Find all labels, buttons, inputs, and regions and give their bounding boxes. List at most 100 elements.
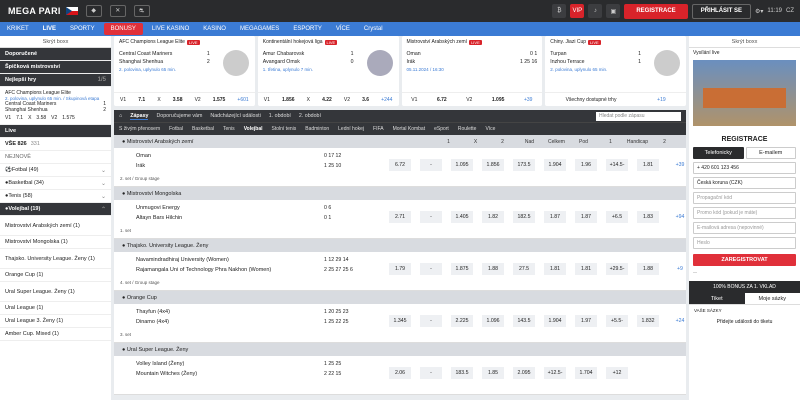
nav-sports[interactable]: SPORTY bbox=[63, 22, 102, 36]
sidebar-newest[interactable]: NEJNOVĚ bbox=[0, 151, 111, 164]
odd-button[interactable]: 1.904 bbox=[544, 159, 566, 171]
odd-button[interactable]: 1.97 bbox=[575, 315, 597, 327]
car-icon[interactable]: ⛐ bbox=[133, 5, 150, 17]
more-markets-link[interactable]: +244 bbox=[381, 97, 392, 103]
odd-value[interactable]: 3.58 bbox=[36, 115, 46, 121]
odd-button[interactable]: 173.5 bbox=[513, 159, 535, 171]
nav-cricket[interactable]: KRIKET bbox=[0, 22, 36, 36]
nav-more[interactable]: VÍCE bbox=[329, 22, 357, 36]
odd-button[interactable]: 1.88 bbox=[637, 263, 659, 275]
sidebar-all[interactable]: VŠE 826 331 bbox=[0, 138, 111, 151]
odd-button[interactable]: 1.85 bbox=[482, 367, 504, 379]
sidebar-sport-tennis[interactable]: ● Tenis (58) ⌄ bbox=[0, 190, 111, 203]
email-field[interactable]: E-mailová adresa (nepovinné) bbox=[693, 222, 796, 234]
odd-value[interactable]: 4.22 bbox=[322, 97, 332, 103]
featured-card[interactable]: Mistrovství Arabských zemí LIVE Oman 0 1 I… bbox=[401, 36, 543, 106]
tab-livestream[interactable]: S živým přenosem bbox=[119, 126, 160, 132]
table-row[interactable]: Navamindradhiraj University (Women) Rajam… bbox=[114, 252, 686, 291]
register-submit-button[interactable]: ZAREGISTROVAT bbox=[693, 254, 796, 266]
tab-table-tennis[interactable]: Stolní tenis bbox=[272, 126, 297, 132]
odd-value[interactable]: 1.095 bbox=[492, 97, 505, 103]
currency-select[interactable]: Česká koruna (CZK) bbox=[693, 177, 796, 189]
odd-button[interactable]: 1.405 bbox=[451, 211, 473, 223]
odd-button[interactable]: 1.87 bbox=[575, 211, 597, 223]
password-field[interactable]: Heslo bbox=[693, 237, 796, 249]
tab-my-bets[interactable]: Moje sázky bbox=[745, 293, 800, 304]
sidebar-sub-item[interactable]: Mistrovství Mongolska (1) bbox=[0, 236, 111, 249]
nav-crystal[interactable]: Crystal bbox=[357, 22, 390, 36]
odd-button[interactable]: 2.06 bbox=[389, 367, 411, 379]
promo-field[interactable]: Propagační kód bbox=[693, 192, 796, 204]
odd-value[interactable]: 7.1 bbox=[138, 97, 145, 103]
table-row[interactable]: Oman Irák 0 17 12 1 25 10 2. set / Group sta… bbox=[114, 148, 686, 187]
odd-value[interactable]: 1.575 bbox=[213, 97, 226, 103]
odd-button[interactable]: 1.096 bbox=[482, 315, 504, 327]
odd-button[interactable]: 1.88 bbox=[482, 263, 504, 275]
nav-live[interactable]: LIVE bbox=[36, 22, 63, 36]
filter-period-2[interactable]: 2. období bbox=[299, 113, 321, 119]
tab-mortal-kombat[interactable]: Mortal Kombat bbox=[393, 126, 426, 132]
gift-icon[interactable]: ▣ bbox=[606, 4, 621, 18]
login-button[interactable]: PŘIHLÁSIT SE bbox=[691, 3, 752, 19]
nav-live-casino[interactable]: LIVE KASINO bbox=[145, 22, 196, 36]
tab-ice-hockey[interactable]: Lední hokej bbox=[338, 126, 364, 132]
odd-button[interactable]: 2.095 bbox=[513, 367, 535, 379]
odd-button[interactable]: - bbox=[420, 263, 442, 275]
sidebar-sub-item[interactable]: Orange Cup (1) bbox=[0, 269, 111, 282]
filter-period-1[interactable]: 1. období bbox=[269, 113, 291, 119]
odd-button[interactable]: 1.832 bbox=[637, 315, 659, 327]
tab-badminton[interactable]: Badminton bbox=[305, 126, 329, 132]
sidebar-item-top[interactable]: Špičková mistrovství bbox=[0, 61, 111, 74]
odd-button[interactable]: +29.5- bbox=[606, 263, 628, 275]
sidebar-sub-item[interactable]: Thajsko. University League. Ženy (1) bbox=[0, 249, 111, 269]
sidebar-sport-football[interactable]: ⚽ Fotbal (49) ⌄ bbox=[0, 164, 111, 177]
odd-button[interactable]: 1.79 bbox=[389, 263, 411, 275]
nav-megagames[interactable]: MEGAGAMES bbox=[233, 22, 286, 36]
table-row[interactable]: Unmugovi Energy Altayn Bars Hilchin 0 6 0 1… bbox=[114, 200, 686, 239]
odd-button[interactable]: +14.5- bbox=[606, 159, 628, 171]
odd-button[interactable]: 1.81 bbox=[637, 159, 659, 171]
odd-button[interactable]: 1.81 bbox=[575, 263, 597, 275]
odd-button[interactable]: - bbox=[420, 159, 442, 171]
odd-value[interactable]: 1.856 bbox=[282, 97, 295, 103]
live-video[interactable] bbox=[693, 60, 796, 126]
sidebar-item-fav[interactable]: Nejlepší hry 1/5 bbox=[0, 74, 111, 87]
odd-button[interactable]: +6.5 bbox=[606, 211, 628, 223]
promo-code-field[interactable]: Promo kód (pokud je máte) bbox=[693, 207, 796, 219]
odd-value[interactable]: 1.575 bbox=[62, 115, 75, 121]
hide-box-button[interactable]: Skrýt boxx bbox=[0, 36, 111, 48]
tab-roulette[interactable]: Roulette bbox=[458, 126, 477, 132]
vip-button[interactable]: VIP bbox=[570, 4, 585, 18]
odd-button[interactable]: 143.5 bbox=[513, 315, 535, 327]
bell-icon[interactable]: ♪ bbox=[588, 4, 603, 18]
group-header[interactable]: ● Ural Super League. Ženy bbox=[114, 343, 686, 356]
odd-button[interactable]: 1.81 bbox=[544, 263, 566, 275]
odd-button[interactable]: 1.904 bbox=[544, 315, 566, 327]
tab-volleyball[interactable]: Volejbal bbox=[244, 126, 263, 132]
odd-button[interactable]: 1.704 bbox=[575, 367, 597, 379]
odd-button[interactable]: 1.095 bbox=[451, 159, 473, 171]
group-header[interactable]: ● Thajsko. University League. Ženy bbox=[114, 239, 686, 252]
tab-basketball[interactable]: Basketbal bbox=[192, 126, 214, 132]
bitcoin-icon[interactable]: ₿ bbox=[552, 4, 567, 18]
more-markets-link[interactable]: +9 bbox=[669, 263, 686, 275]
fav-odds[interactable]: V1 7.1 X 3.58 V2 1.575 bbox=[5, 115, 106, 121]
sidebar-sub-item[interactable]: Amber Cup. Mixed (1) bbox=[0, 328, 111, 341]
xbet-icon[interactable]: ✕ bbox=[109, 5, 126, 17]
group-header[interactable]: ● Orange Cup bbox=[114, 291, 686, 304]
filter-recommended[interactable]: Doporučujeme vám bbox=[156, 113, 202, 119]
nav-bonus[interactable]: BONUSY bbox=[103, 23, 143, 35]
odd-value[interactable]: 3.58 bbox=[173, 97, 183, 103]
odd-button[interactable]: 182.5 bbox=[513, 211, 535, 223]
sidebar-sport-basketball[interactable]: ● Basketbal (34) ⌄ bbox=[0, 177, 111, 190]
odd-button[interactable]: 1.875 bbox=[451, 263, 473, 275]
nav-casino[interactable]: KASINO bbox=[196, 22, 233, 36]
tab-more[interactable]: Více bbox=[485, 126, 495, 132]
tab-esport[interactable]: eSport bbox=[434, 126, 449, 132]
table-row[interactable]: Thayfun (4x4) Dinamo (4x4) 1 20 25 23 1 25 … bbox=[114, 304, 686, 343]
nav-esports[interactable]: ESPORTY bbox=[286, 22, 329, 36]
sidebar-sub-item[interactable]: Ural League 3. Ženy (1) bbox=[0, 315, 111, 328]
group-header[interactable]: ● Mistrovství Arabských zemí 1 X 2 Nad Celkem… bbox=[114, 135, 686, 148]
sidebar-live[interactable]: Live bbox=[0, 125, 111, 138]
odd-button[interactable]: +5.5- bbox=[606, 315, 628, 327]
